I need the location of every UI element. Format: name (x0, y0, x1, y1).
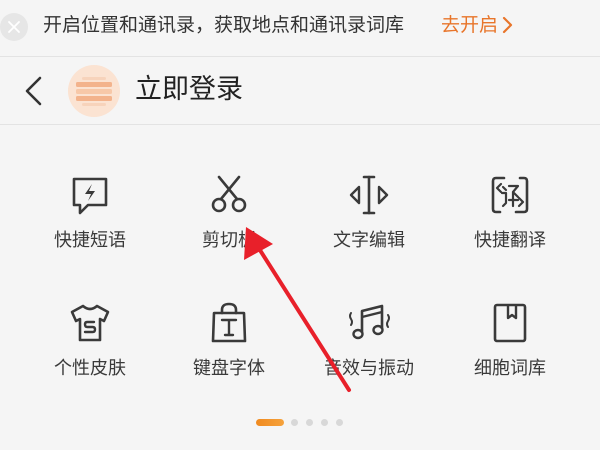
notice-bar: 开启位置和通讯录，获取地点和通讯录词库 去开启 (0, 0, 600, 50)
grid-item-clipboard[interactable]: 剪切板 (154, 173, 304, 283)
grid-item-sound-vibration[interactable]: 音效与振动 (294, 301, 444, 411)
grid-item-label: 个性皮肤 (54, 358, 126, 379)
page-dot-active[interactable] (256, 418, 284, 426)
page-dot[interactable] (306, 418, 313, 426)
grid-item-quick-translate[interactable]: 快捷翻译 (435, 173, 585, 283)
font-bag-icon (211, 302, 247, 343)
grid-item-quick-phrase[interactable]: 快捷短语 (15, 173, 165, 283)
grid-item-label: 键盘字体 (193, 358, 265, 379)
page-dot[interactable] (321, 418, 328, 426)
notice-text: 开启位置和通讯录，获取地点和通讯录词库 (43, 14, 405, 36)
grid-item-label: 文字编辑 (333, 230, 405, 251)
grid-item-text-edit[interactable]: 文字编辑 (294, 173, 444, 283)
quick-phrase-icon (72, 177, 108, 215)
enable-permission-button[interactable]: 去开启 (441, 10, 513, 40)
tshirt-icon (70, 304, 110, 342)
header: 立即登录 (0, 57, 600, 123)
avatar-image (68, 65, 120, 117)
page-dot[interactable] (336, 418, 343, 426)
grid-item-skin[interactable]: 个性皮肤 (15, 301, 165, 411)
music-note-icon (349, 304, 390, 340)
grid-item-label: 快捷翻译 (474, 230, 546, 251)
header-divider (0, 124, 600, 125)
translate-icon (491, 176, 529, 214)
page-indicator (256, 418, 351, 426)
grid-item-label: 剪切板 (202, 230, 256, 251)
grid-item-label: 音效与振动 (324, 358, 414, 379)
grid-item-keyboard-font[interactable]: 键盘字体 (154, 301, 304, 411)
text-edit-icon (349, 175, 389, 215)
enable-permission-label: 去开启 (441, 14, 499, 36)
login-title[interactable]: 立即登录 (135, 72, 243, 108)
scissors-icon (211, 175, 247, 213)
book-icon (493, 303, 527, 343)
chevron-right-icon (502, 16, 513, 34)
grid-item-cell-dictionary[interactable]: 细胞词库 (435, 301, 585, 411)
chevron-left-icon[interactable] (22, 75, 46, 107)
grid-item-label: 快捷短语 (54, 230, 126, 251)
grid-item-label: 细胞词库 (474, 358, 546, 379)
close-icon[interactable] (0, 13, 28, 41)
page-dot[interactable] (291, 418, 298, 426)
avatar[interactable] (68, 65, 120, 117)
